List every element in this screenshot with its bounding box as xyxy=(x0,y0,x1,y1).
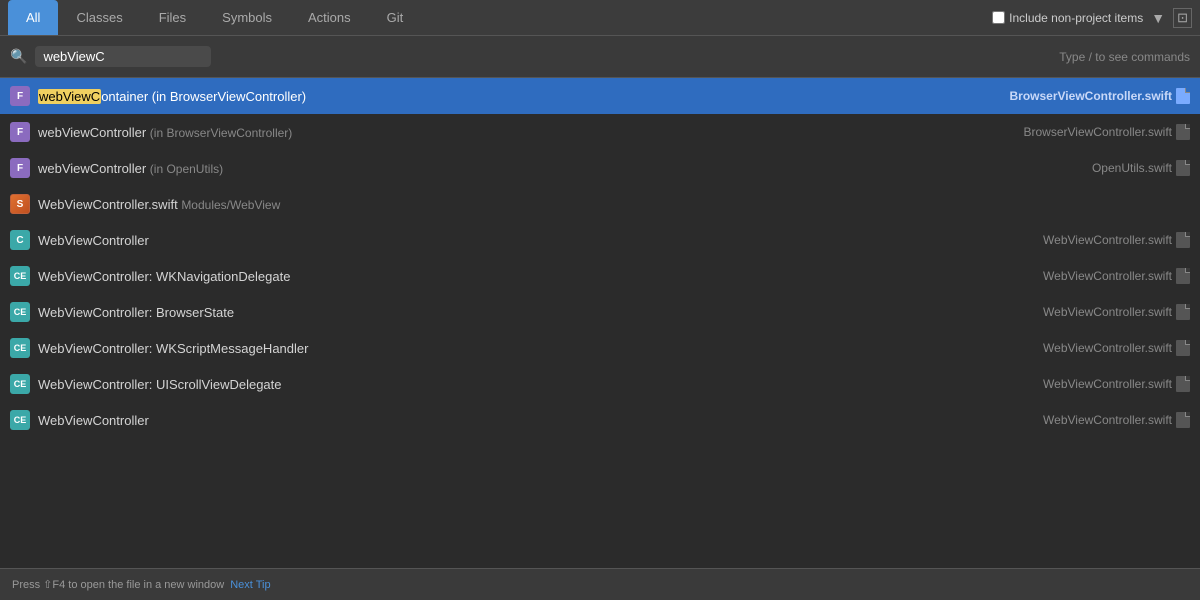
tab-actions[interactable]: Actions xyxy=(290,0,369,35)
tab-bar: All Classes Files Symbols Actions Git In… xyxy=(0,0,1200,36)
result-name: WebViewController: WKNavigationDelegate xyxy=(38,269,1033,284)
include-non-project-input[interactable] xyxy=(992,11,1005,24)
include-non-project-checkbox[interactable]: Include non-project items xyxy=(992,11,1143,25)
result-file: BrowserViewController.swift xyxy=(1024,125,1173,139)
table-row[interactable]: C WebViewController WebViewController.sw… xyxy=(0,222,1200,258)
results-list: F webViewContainer (in BrowserViewContro… xyxy=(0,78,1200,568)
result-file: WebViewController.swift xyxy=(1043,233,1172,247)
result-name: webViewController (in OpenUtils) xyxy=(38,161,1082,176)
tab-symbols[interactable]: Symbols xyxy=(204,0,290,35)
table-row[interactable]: CE WebViewController WebViewController.s… xyxy=(0,402,1200,438)
tab-classes[interactable]: Classes xyxy=(58,0,140,35)
result-icon-ce-teal: CE xyxy=(10,374,30,394)
search-input-container[interactable] xyxy=(35,46,211,67)
shortcut-hint: Press ⇧F4 to open the file in a new wind… xyxy=(12,578,224,591)
window-icon[interactable]: ⊡ xyxy=(1173,8,1192,28)
file-icon xyxy=(1176,88,1190,104)
result-name: WebViewController.swift Modules/WebView xyxy=(38,197,1180,212)
file-icon xyxy=(1176,268,1190,284)
result-file: WebViewController.swift xyxy=(1043,269,1172,283)
file-icon xyxy=(1176,124,1190,140)
result-name: WebViewController: UIScrollViewDelegate xyxy=(38,377,1033,392)
status-bar: Press ⇧F4 to open the file in a new wind… xyxy=(0,568,1200,600)
result-icon-s-orange: S xyxy=(10,194,30,214)
highlight-text: webViewC xyxy=(38,89,101,104)
result-name: WebViewController: WKScriptMessageHandle… xyxy=(38,341,1033,356)
table-row[interactable]: S WebViewController.swift Modules/WebVie… xyxy=(0,186,1200,222)
file-icon xyxy=(1176,340,1190,356)
result-icon-f-purple: F xyxy=(10,158,30,178)
result-name: WebViewController xyxy=(38,413,1033,428)
result-file: WebViewController.swift xyxy=(1043,377,1172,391)
file-icon xyxy=(1176,376,1190,392)
result-file: WebViewController.swift xyxy=(1043,305,1172,319)
filter-icon[interactable]: ▼ xyxy=(1151,10,1165,26)
search-icon: 🔍 xyxy=(10,48,27,65)
table-row[interactable]: CE WebViewController: UIScrollViewDelega… xyxy=(0,366,1200,402)
result-icon-c-teal: C xyxy=(10,230,30,250)
main-container: All Classes Files Symbols Actions Git In… xyxy=(0,0,1200,600)
tab-files[interactable]: Files xyxy=(141,0,204,35)
result-icon-ce-teal: CE xyxy=(10,338,30,358)
result-name: WebViewController xyxy=(38,233,1033,248)
result-icon-ce-teal: CE xyxy=(10,302,30,322)
table-row[interactable]: CE WebViewController: WKNavigationDelega… xyxy=(0,258,1200,294)
result-name: webViewContainer (in BrowserViewControll… xyxy=(38,89,1000,104)
result-file: WebViewController.swift xyxy=(1043,341,1172,355)
file-icon xyxy=(1176,160,1190,176)
result-icon-ce-teal: CE xyxy=(10,410,30,430)
result-name: webViewController (in BrowserViewControl… xyxy=(38,125,1014,140)
table-row[interactable]: F webViewController (in OpenUtils) OpenU… xyxy=(0,150,1200,186)
result-icon-f-purple: F xyxy=(10,86,30,106)
search-hint: Type / to see commands xyxy=(1059,50,1190,64)
tab-git[interactable]: Git xyxy=(369,0,422,35)
result-name: WebViewController: BrowserState xyxy=(38,305,1033,320)
table-row[interactable]: F webViewController (in BrowserViewContr… xyxy=(0,114,1200,150)
next-tip-button[interactable]: Next Tip xyxy=(230,579,270,591)
file-icon xyxy=(1176,412,1190,428)
tab-options: Include non-project items ▼ ⊡ xyxy=(992,8,1192,28)
tab-all[interactable]: All xyxy=(8,0,58,35)
table-row[interactable]: F webViewContainer (in BrowserViewContro… xyxy=(0,78,1200,114)
result-icon-f-purple: F xyxy=(10,122,30,142)
result-icon-ce-teal: CE xyxy=(10,266,30,286)
file-icon xyxy=(1176,304,1190,320)
file-icon xyxy=(1176,232,1190,248)
search-bar: 🔍 Type / to see commands xyxy=(0,36,1200,78)
content-area: F webViewContainer (in BrowserViewContro… xyxy=(0,78,1200,568)
search-input[interactable] xyxy=(43,49,203,64)
result-file: BrowserViewController.swift xyxy=(1010,89,1173,103)
table-row[interactable]: CE WebViewController: WKScriptMessageHan… xyxy=(0,330,1200,366)
table-row[interactable]: CE WebViewController: BrowserState WebVi… xyxy=(0,294,1200,330)
result-file: OpenUtils.swift xyxy=(1092,161,1172,175)
result-file: WebViewController.swift xyxy=(1043,413,1172,427)
